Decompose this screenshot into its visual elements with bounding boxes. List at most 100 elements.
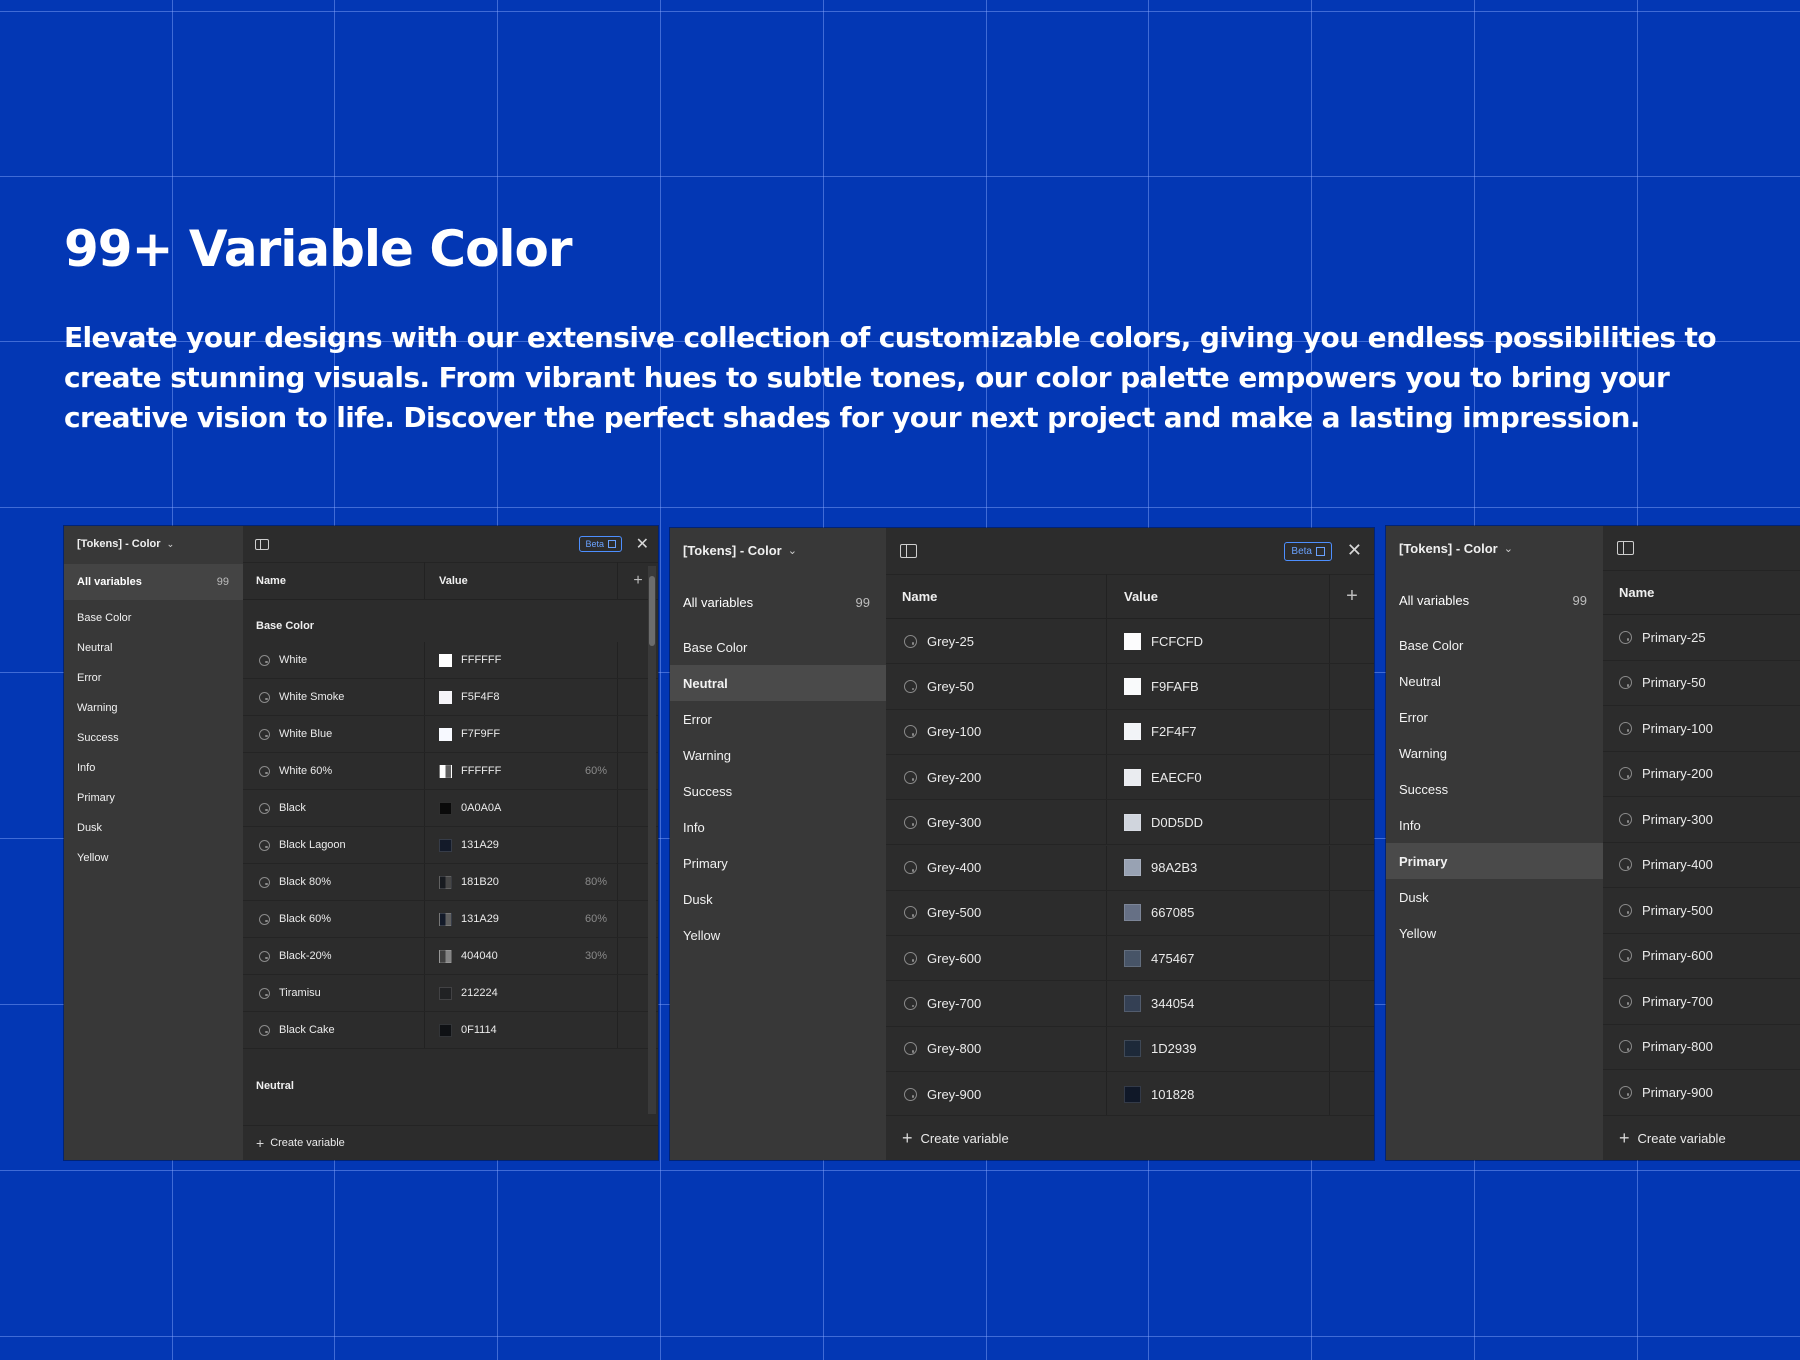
variable-name-cell[interactable]: Grey-100: [886, 709, 1107, 754]
variable-row[interactable]: White Smoke F5F4F8: [243, 679, 658, 716]
group-item-warning[interactable]: Warning: [670, 737, 886, 773]
variable-value-cell[interactable]: 667085: [1107, 890, 1330, 936]
variable-name-cell[interactable]: Primary-50: [1603, 661, 1800, 706]
group-item-dusk[interactable]: Dusk: [1386, 879, 1603, 915]
variable-row[interactable]: Primary-600: [1603, 934, 1800, 979]
variable-row[interactable]: White Blue F7F9FF: [243, 716, 658, 753]
variable-name-cell[interactable]: Primary-200: [1603, 752, 1800, 797]
group-item-info[interactable]: Info: [1386, 807, 1603, 843]
variable-row[interactable]: White FFFFFF: [243, 642, 658, 679]
variable-value-cell[interactable]: 404040 30%: [425, 938, 618, 974]
group-item-primary[interactable]: Primary: [670, 845, 886, 881]
group-item-yellow[interactable]: Yellow: [64, 843, 243, 873]
variable-row[interactable]: Primary-300: [1603, 797, 1800, 843]
variable-row[interactable]: Grey-700 344054: [886, 981, 1374, 1027]
group-item-error[interactable]: Error: [64, 663, 243, 693]
all-variables-item[interactable]: All variables 99: [670, 584, 886, 620]
variable-row[interactable]: Primary-400: [1603, 843, 1800, 888]
variable-name-cell[interactable]: Tiramisu: [243, 975, 425, 1011]
variable-name-cell[interactable]: Primary-300: [1603, 797, 1800, 842]
beta-badge[interactable]: Beta: [579, 536, 622, 552]
group-item-success[interactable]: Success: [1386, 771, 1603, 807]
variable-row[interactable]: Grey-50 F9FAFB: [886, 664, 1374, 710]
variable-value-cell[interactable]: D0D5DD: [1107, 800, 1330, 845]
variable-row[interactable]: Black 80% 181B20 80%: [243, 864, 658, 901]
variable-row[interactable]: Grey-500 667085: [886, 890, 1374, 937]
collection-selector[interactable]: [Tokens] - Color ⌄: [64, 526, 243, 562]
variable-row[interactable]: White 60% FFFFFF 60%: [243, 753, 658, 790]
scrollbar-thumb[interactable]: [649, 576, 655, 646]
collection-selector[interactable]: [Tokens] - Color ⌄: [670, 528, 886, 572]
variable-row[interactable]: Grey-300 D0D5DD: [886, 800, 1374, 846]
group-item-success[interactable]: Success: [64, 723, 243, 753]
variable-value-cell[interactable]: F7F9FF: [425, 716, 618, 752]
create-variable-button[interactable]: + Create variable: [1603, 1115, 1800, 1160]
group-item-error[interactable]: Error: [1386, 699, 1603, 735]
variable-name-cell[interactable]: Black Lagoon: [243, 827, 425, 863]
variable-value-cell[interactable]: EAECF0: [1107, 754, 1330, 800]
group-item-primary[interactable]: Primary: [1386, 843, 1603, 879]
variable-name-cell[interactable]: Black: [243, 790, 425, 826]
group-item-base-color[interactable]: Base Color: [64, 603, 243, 633]
group-item-success[interactable]: Success: [670, 773, 886, 809]
variable-name-cell[interactable]: Primary-900: [1603, 1070, 1800, 1115]
add-column-icon[interactable]: +: [1330, 574, 1374, 618]
all-variables-item[interactable]: All variables 99: [1386, 582, 1603, 618]
variable-row[interactable]: Grey-25 FCFCFD: [886, 619, 1374, 665]
variable-name-cell[interactable]: Grey-600: [886, 936, 1107, 981]
variable-row[interactable]: Black Lagoon 131A29: [243, 827, 658, 864]
variable-row[interactable]: Primary-200: [1603, 752, 1800, 797]
variable-name-cell[interactable]: Grey-800: [886, 1026, 1107, 1071]
scrollbar[interactable]: [648, 566, 656, 1114]
group-item-info[interactable]: Info: [64, 753, 243, 783]
group-item-primary[interactable]: Primary: [64, 783, 243, 813]
group-item-warning[interactable]: Warning: [64, 693, 243, 723]
sidebar-toggle-icon[interactable]: [1617, 541, 1634, 555]
sidebar-toggle-icon[interactable]: [900, 544, 917, 558]
variable-name-cell[interactable]: Grey-900: [886, 1072, 1107, 1117]
variable-row[interactable]: Grey-900 101828: [886, 1072, 1374, 1118]
group-item-dusk[interactable]: Dusk: [64, 813, 243, 843]
group-item-neutral[interactable]: Neutral: [670, 665, 886, 701]
group-item-info[interactable]: Info: [670, 809, 886, 845]
variable-value-cell[interactable]: F9FAFB: [1107, 664, 1330, 709]
group-item-base-color[interactable]: Base Color: [1386, 627, 1603, 663]
variable-name-cell[interactable]: Primary-400: [1603, 843, 1800, 888]
variable-name-cell[interactable]: Grey-400: [886, 845, 1107, 890]
variable-row[interactable]: Grey-400 98A2B3: [886, 845, 1374, 891]
variable-row[interactable]: Primary-800: [1603, 1025, 1800, 1070]
close-icon[interactable]: ✕: [1347, 540, 1362, 561]
variable-value-cell[interactable]: 0F1114: [425, 1012, 618, 1048]
variable-value-cell[interactable]: FFFFFF 60%: [425, 753, 618, 789]
variable-name-cell[interactable]: Grey-50: [886, 664, 1107, 709]
variable-name-cell[interactable]: Grey-700: [886, 981, 1107, 1026]
group-item-dusk[interactable]: Dusk: [670, 881, 886, 917]
variable-value-cell[interactable]: F2F4F7: [1107, 709, 1330, 754]
variable-row[interactable]: Grey-600 475467: [886, 936, 1374, 982]
variable-name-cell[interactable]: Primary-500: [1603, 888, 1800, 933]
variable-row[interactable]: Grey-200 EAECF0: [886, 754, 1374, 801]
variable-name-cell[interactable]: White: [243, 642, 425, 678]
variable-value-cell[interactable]: FFFFFF: [425, 642, 618, 678]
variable-row[interactable]: Black 60% 131A29 60%: [243, 901, 658, 938]
variable-row[interactable]: Primary-100: [1603, 706, 1800, 752]
create-variable-button[interactable]: + Create variable: [243, 1125, 658, 1160]
variable-row[interactable]: Primary-500: [1603, 888, 1800, 934]
group-item-warning[interactable]: Warning: [1386, 735, 1603, 771]
variable-row[interactable]: Black-20% 404040 30%: [243, 938, 658, 975]
variable-name-cell[interactable]: Black Cake: [243, 1012, 425, 1048]
variable-value-cell[interactable]: 131A29: [425, 827, 618, 863]
variable-value-cell[interactable]: 98A2B3: [1107, 845, 1330, 890]
variable-value-cell[interactable]: FCFCFD: [1107, 619, 1330, 664]
group-item-error[interactable]: Error: [670, 701, 886, 737]
group-item-yellow[interactable]: Yellow: [1386, 915, 1603, 951]
variable-value-cell[interactable]: 344054: [1107, 981, 1330, 1026]
variable-value-cell[interactable]: 1D2939: [1107, 1026, 1330, 1071]
create-variable-button[interactable]: + Create variable: [886, 1115, 1374, 1160]
variable-name-cell[interactable]: Primary-600: [1603, 934, 1800, 979]
variable-name-cell[interactable]: Primary-25: [1603, 615, 1800, 660]
variable-value-cell[interactable]: 475467: [1107, 936, 1330, 981]
beta-badge[interactable]: Beta: [1284, 542, 1332, 561]
variable-row[interactable]: Tiramisu 212224: [243, 975, 658, 1012]
variable-name-cell[interactable]: White Blue: [243, 716, 425, 752]
